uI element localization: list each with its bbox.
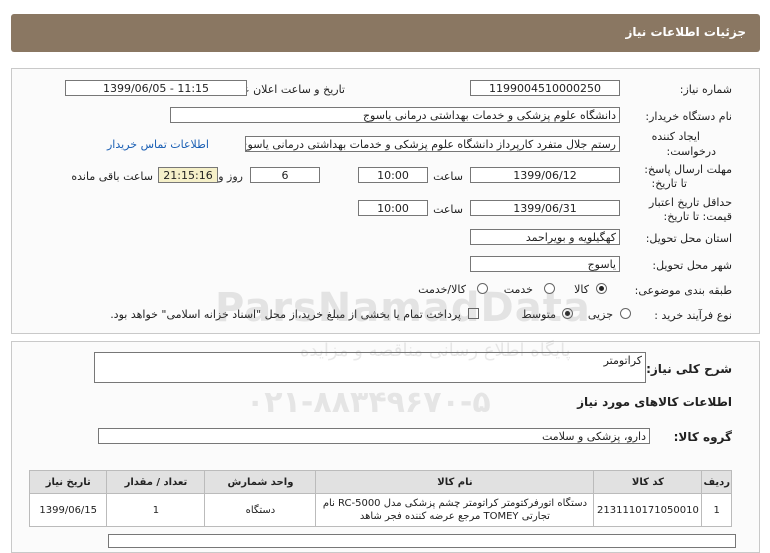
days-label: روز و [218,170,243,183]
reply-time-field: 10:00 [358,167,428,183]
city-field: یاسوج [470,256,620,272]
category-label: طبقه بندی موضوعی: [634,284,732,297]
days-field: 6 [250,167,320,183]
table-row: 1 2131110171050010 دستگاه اتورفرکتومتر ک… [28,493,732,527]
watermark-phone: ۰۲۱-۸۸۳۴۹۶۷۰-۵ [246,385,491,420]
province-field: کهگیلویه و بویراحمد [470,229,620,245]
remaining-label: ساعت باقی مانده [71,170,153,183]
cell-date: 1399/06/15 [28,493,108,527]
goods-table: ردیف کد کالا نام کالا واحد شمارش تعداد /… [28,470,732,527]
page-header: جزئیات اطلاعات نیاز [11,14,760,52]
city-label: شهر محل تحویل: [652,259,732,272]
validity-date-field: 1399/06/31 [470,200,620,216]
cell-unit: دستگاه [204,493,317,527]
watermark-subtitle: پایگاه اطلاع رسانی مناقصه و مزایده [300,340,571,361]
buyer-org-label: نام دستگاه خریدار: [645,110,732,123]
goods-info-title: اطلاعات کالاهای مورد نیاز [577,395,732,409]
col-qty-header: تعداد / مقدار [106,470,206,494]
cell-name: دستگاه اتورفرکتومتر کراتومتر چشم پزشکی م… [315,493,595,527]
cell-code: 2131110171050010 [593,493,703,527]
reply-deadline-label-1: مهلت ارسال پاسخ: [644,163,732,176]
need-number-field: 1199004510000250 [470,80,620,96]
validity-label-2: قیمت: تا تاریخ: [663,210,732,223]
col-name-header: نام کالا [315,470,595,494]
purchase-minor-label: جزیی [587,308,613,321]
page-title: جزئیات اطلاعات نیاز [625,25,746,39]
purchase-type-label: نوع فرآیند خرید : [654,309,732,322]
requester-label-2: درخواست: [666,145,716,158]
announce-field: 1399/06/05 - 11:15 [65,80,247,96]
category-goods-radio[interactable] [596,283,607,294]
buyer-contact-link[interactable]: اطلاعات تماس خریدار [107,138,209,151]
reply-deadline-label-2: تا تاریخ: [651,177,687,190]
notes-box [108,534,736,548]
col-date-header: تاریخ نیاز [28,470,108,494]
purchase-minor-radio[interactable] [620,308,631,319]
cell-row: 1 [701,493,732,527]
validity-label-1: حداقل تاریخ اعتبار [648,196,732,209]
need-number-label: شماره نیاز: [679,83,732,96]
province-label: استان محل تحویل: [645,232,732,245]
reply-date-field: 1399/06/12 [470,167,620,183]
validity-time-field: 10:00 [358,200,428,216]
goods-group-field: دارو، پزشکی و سلامت [98,428,650,444]
goods-group-label: گروه کالا: [673,430,732,444]
reply-time-label: ساعت [433,170,463,183]
col-code-header: کد کالا [593,470,703,494]
buyer-org-field: دانشگاه علوم پزشکی و خدمات بهداشتی درمان… [170,107,620,123]
description-label: شرح کلی نیاز: [646,362,732,376]
cell-qty: 1 [106,493,206,527]
col-unit-header: واحد شمارش [204,470,317,494]
remaining-time-field: 21:15:16 [158,167,218,183]
requester-field: رستم جلال متفرد کارپرداز دانشگاه علوم پز… [245,136,620,152]
watermark-brand: ParsNamadData [215,285,591,331]
validity-time-label: ساعت [433,203,463,216]
requester-label-1: ایجاد کننده [651,130,700,143]
col-row-header: ردیف [701,470,732,494]
